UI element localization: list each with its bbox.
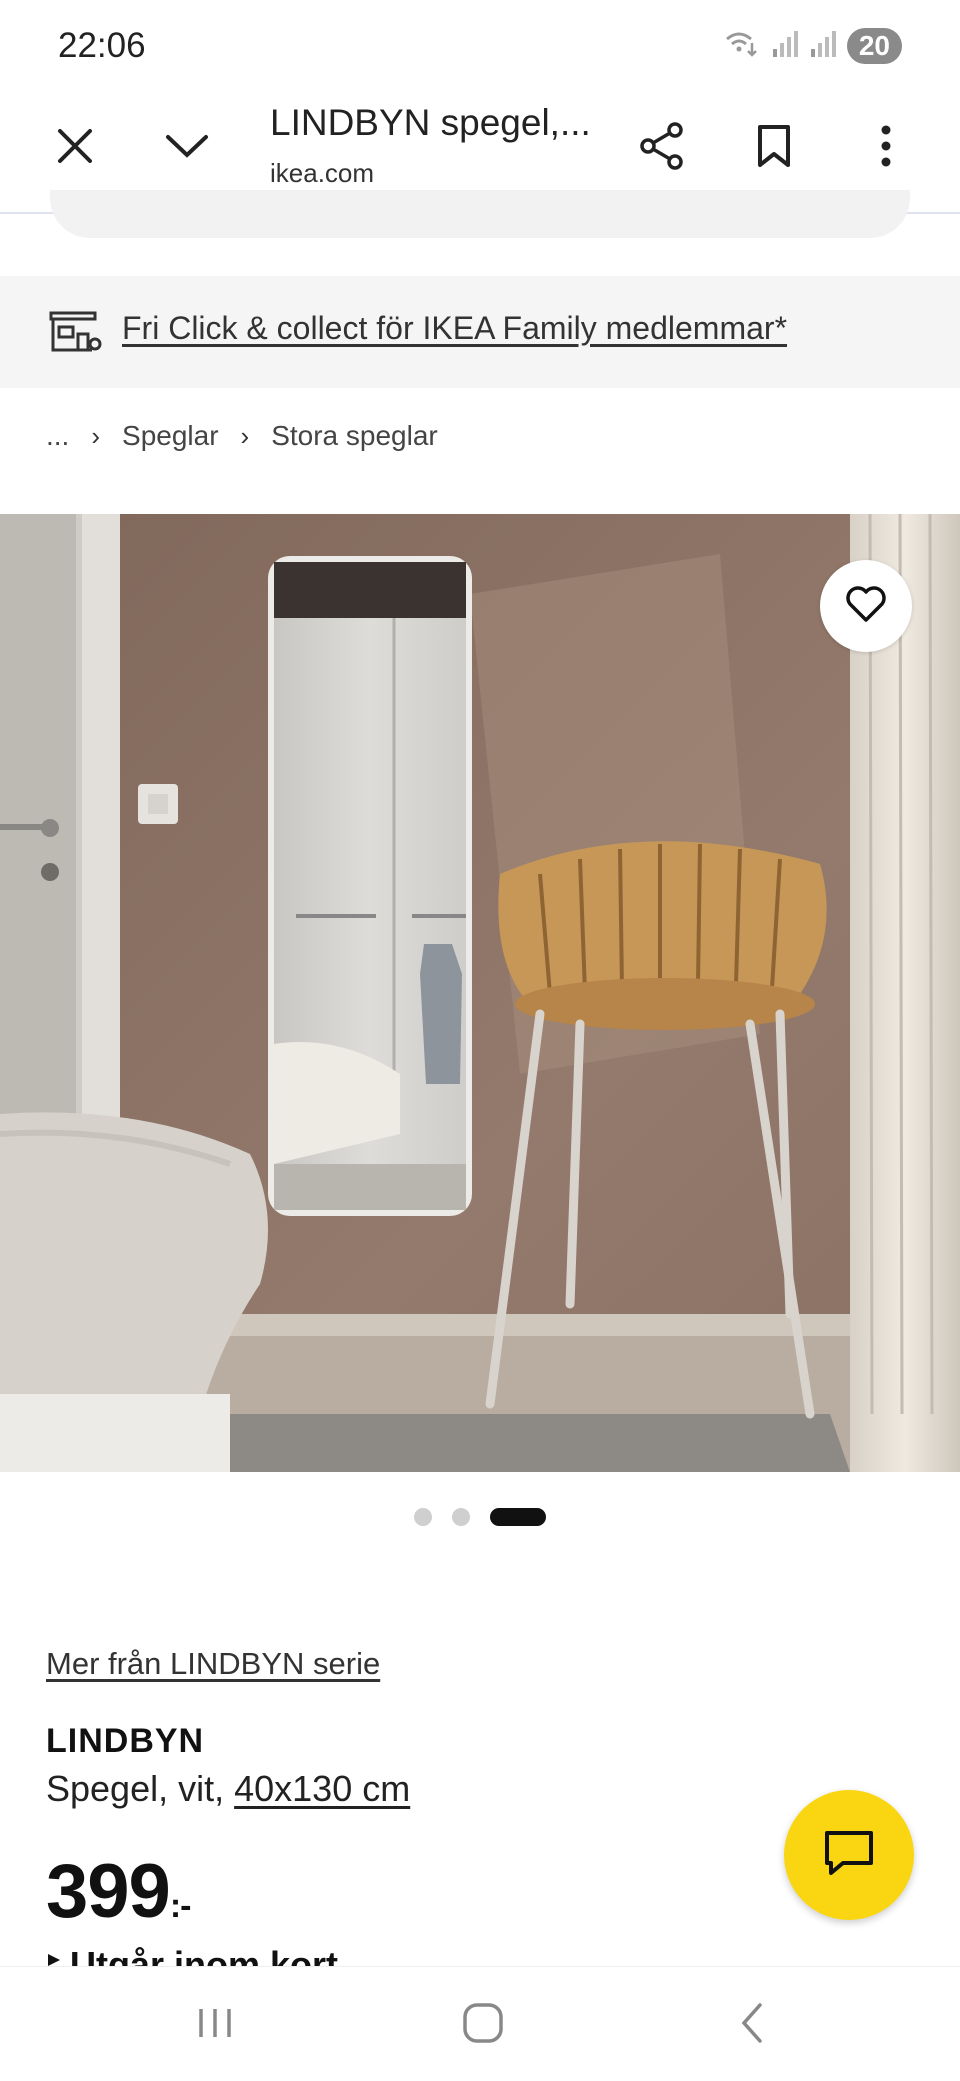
carousel-dot[interactable] <box>414 1508 432 1526</box>
status-time: 22:06 <box>58 26 146 65</box>
chevron-right-icon: › <box>91 420 101 451</box>
breadcrumb: ... › Speglar › Stora speglar <box>46 420 438 452</box>
product-description: Spegel, vit, 40x130 cm <box>46 1768 410 1810</box>
product-type: Spegel, vit, <box>46 1768 235 1809</box>
chat-button[interactable] <box>784 1790 914 1920</box>
recent-apps-icon[interactable] <box>175 1990 255 2056</box>
price-suffix: :- <box>169 1887 192 1925</box>
page-title: LINDBYN spegel,... <box>270 102 590 143</box>
search-bar <box>50 190 910 238</box>
stock-status: Utgår inom kort <box>70 1944 339 1968</box>
breadcrumb-ellipsis[interactable]: ... <box>46 420 69 452</box>
favorite-button[interactable] <box>820 560 912 652</box>
product-image[interactable] <box>0 514 960 1472</box>
series-link[interactable]: Mer från LINDBYN serie <box>46 1646 380 1682</box>
product-price: 399:- <box>46 1848 192 1935</box>
chevron-down-icon[interactable] <box>147 106 227 186</box>
status-icons: 20 <box>725 28 902 64</box>
breadcrumb-stora-speglar[interactable]: Stora speglar <box>271 420 438 452</box>
chevron-right-icon: › <box>240 420 250 451</box>
carousel-dot-active[interactable] <box>490 1508 546 1526</box>
signal-icon <box>771 29 799 64</box>
image-carousel-indicator <box>0 1508 960 1526</box>
signal-icon <box>809 29 837 64</box>
share-icon[interactable] <box>622 106 702 186</box>
battery-indicator: 20 <box>846 28 902 64</box>
store-icon <box>48 310 102 359</box>
wifi-calling-icon <box>725 29 761 64</box>
chat-icon <box>823 1829 875 1882</box>
bookmark-icon[interactable] <box>734 106 814 186</box>
back-icon[interactable] <box>712 1990 792 2056</box>
breadcrumb-speglar[interactable]: Speglar <box>122 420 219 452</box>
heart-icon <box>845 585 887 628</box>
close-icon[interactable] <box>35 106 115 186</box>
click-collect-link[interactable]: Fri Click & collect för IKEA Family medl… <box>122 310 787 347</box>
price-value: 399 <box>46 1849 171 1934</box>
more-vert-icon[interactable] <box>846 106 926 186</box>
product-size-link[interactable]: 40x130 cm <box>234 1768 410 1809</box>
home-icon[interactable] <box>443 1990 523 2056</box>
carousel-dot[interactable] <box>452 1508 470 1526</box>
page-domain: ikea.com <box>270 158 375 188</box>
product-name: LINDBYN <box>46 1722 205 1760</box>
